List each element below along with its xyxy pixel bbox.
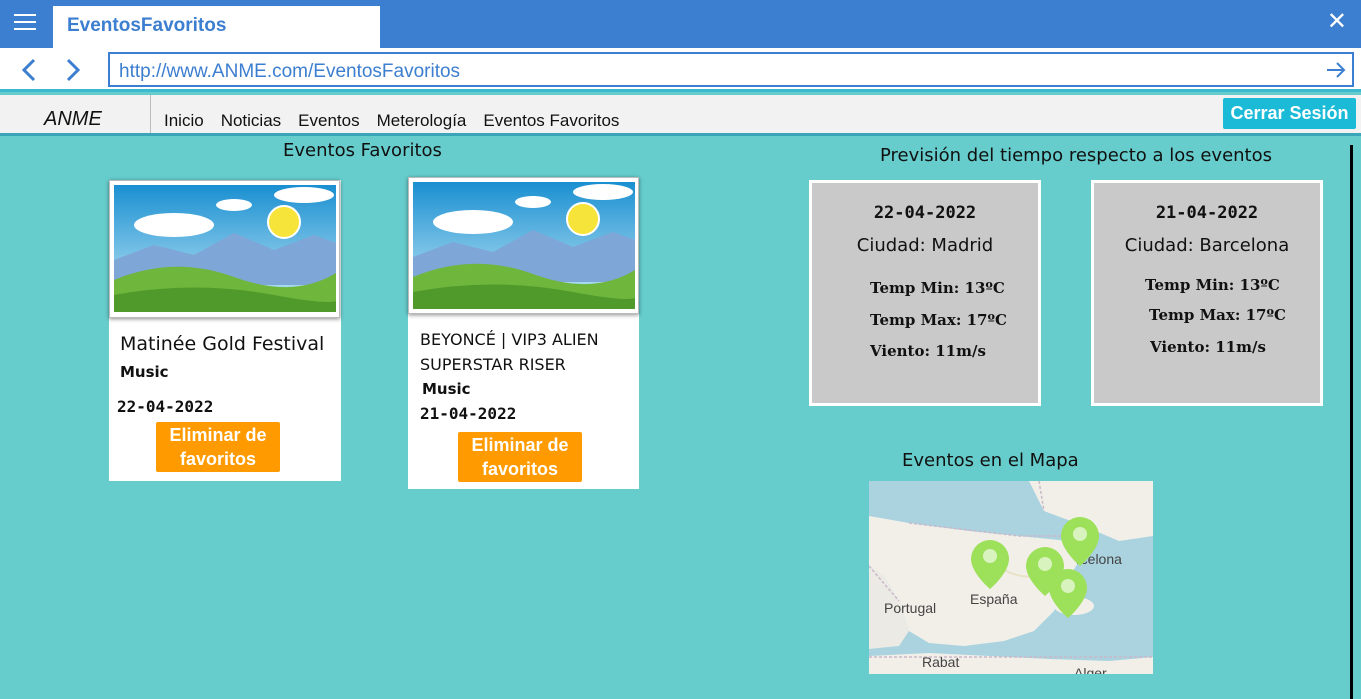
favorites-heading: Eventos Favoritos — [283, 140, 442, 161]
menu-item-noticias[interactable]: Noticias — [221, 111, 281, 131]
browser-titlebar: EventosFavoritos ✕ — [0, 0, 1361, 48]
remove-favorite-button[interactable]: Eliminar de favoritos — [458, 432, 582, 482]
event-tag: Music — [422, 380, 471, 398]
weather-date: 21-04-2022 — [1155, 203, 1259, 223]
events-map[interactable]: Portugal España Rabat rcelona Alger — [869, 481, 1153, 674]
back-arrow-icon[interactable] — [16, 56, 42, 84]
weather-date: 22-04-2022 — [873, 203, 977, 223]
map-heading: Eventos en el Mapa — [902, 450, 1079, 471]
event-date: 21-04-2022 — [420, 404, 517, 423]
site-menu: Inicio Noticias Eventos Meterología Even… — [164, 111, 619, 131]
site-navbar: ANME Inicio Noticias Eventos Meterología… — [0, 95, 1361, 136]
forward-arrow-icon[interactable] — [60, 56, 86, 84]
menu-item-inicio[interactable]: Inicio — [164, 111, 204, 131]
map-marker-icon[interactable] — [1061, 517, 1099, 566]
map-marker-icon[interactable] — [971, 540, 1009, 589]
url-text: http://www.ANME.com/EventosFavoritos — [119, 61, 461, 82]
remove-favorite-button[interactable]: Eliminar de favoritos — [156, 422, 280, 472]
weather-temp-min: Temp Min: 13ºC — [870, 279, 1005, 297]
scrollbar[interactable] — [1350, 145, 1353, 699]
menu-item-meteorologia[interactable]: Meterología — [377, 111, 467, 131]
menu-icon[interactable] — [14, 14, 36, 32]
weather-temp-min: Temp Min: 13ºC — [1145, 276, 1280, 294]
event-card: Matinée Gold Festival Music 22-04-2022 E… — [109, 180, 341, 481]
event-image[interactable] — [109, 180, 340, 318]
weather-temp-max: Temp Max: 17ºC — [1149, 306, 1286, 324]
weather-temp-max: Temp Max: 17ºC — [870, 311, 1007, 329]
landscape-image-icon — [114, 185, 336, 312]
weather-wind: Viento: 11m/s — [1150, 338, 1266, 356]
nav-divider — [150, 95, 151, 133]
event-image[interactable] — [408, 177, 639, 314]
event-title[interactable]: BEYONCÉ | VIP3 ALIEN SUPERSTAR RISER — [420, 327, 625, 377]
event-tag: Music — [120, 363, 169, 381]
menu-item-eventos-favoritos[interactable]: Eventos Favoritos — [483, 111, 619, 131]
map-markers — [971, 517, 1099, 618]
weather-city: Ciudad: Barcelona — [1124, 235, 1290, 256]
weather-card: 22-04-2022 Ciudad: Madrid Temp Min: 13ºC… — [809, 180, 1041, 406]
weather-city: Ciudad: Madrid — [856, 235, 994, 256]
site-brand[interactable]: ANME — [44, 108, 102, 131]
weather-heading: Previsión del tiempo respecto a los even… — [880, 145, 1273, 166]
close-icon[interactable]: ✕ — [1327, 10, 1347, 34]
event-title[interactable]: Matinée Gold Festival — [120, 333, 324, 355]
address-bar: http://www.ANME.com/EventosFavoritos — [0, 48, 1361, 92]
go-arrow-icon[interactable] — [1324, 58, 1348, 82]
map-marker-icon[interactable] — [1049, 569, 1087, 618]
event-card: BEYONCÉ | VIP3 ALIEN SUPERSTAR RISER Mus… — [408, 177, 639, 489]
weather-wind: Viento: 11m/s — [870, 342, 986, 360]
url-input[interactable]: http://www.ANME.com/EventosFavoritos — [108, 52, 1354, 87]
tab-title: EventosFavoritos — [67, 15, 227, 36]
browser-tab[interactable]: EventosFavoritos — [53, 6, 380, 48]
weather-card: 21-04-2022 Ciudad: Barcelona Temp Min: 1… — [1091, 180, 1323, 406]
menu-item-eventos[interactable]: Eventos — [298, 111, 359, 131]
landscape-image-icon — [413, 182, 635, 309]
event-date: 22-04-2022 — [117, 397, 214, 416]
logout-button[interactable]: Cerrar Sesión — [1223, 98, 1356, 129]
